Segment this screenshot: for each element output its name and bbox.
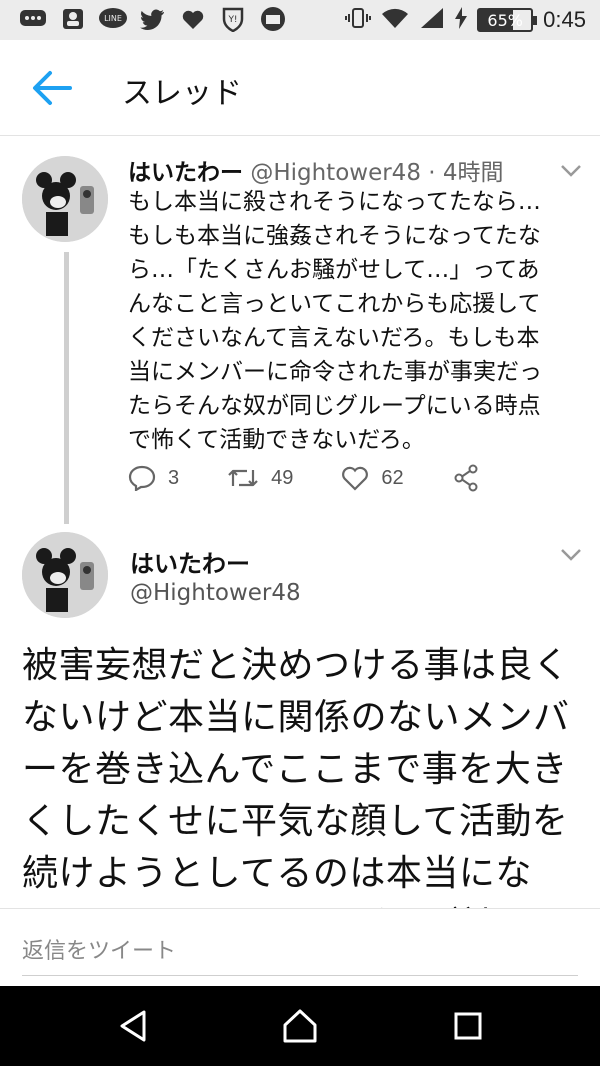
tweet-author-meta: @Hightower48 · 4時間 bbox=[250, 160, 504, 186]
contacts-icon bbox=[58, 6, 88, 32]
status-time: 0:45 bbox=[543, 7, 586, 32]
system-status: 65% 0:45 bbox=[345, 6, 586, 34]
thread-connector-line bbox=[64, 252, 69, 524]
share-icon bbox=[454, 464, 478, 492]
chat-icon bbox=[18, 6, 48, 32]
nav-home-button[interactable] bbox=[280, 1006, 320, 1046]
tweet-text-line: 被害妄想だと決めつける事は良く bbox=[22, 645, 570, 686]
back-button[interactable] bbox=[30, 68, 74, 108]
tweet-text-line: くしたくせに平気な顔して活動を bbox=[22, 801, 569, 842]
avatar[interactable] bbox=[22, 532, 108, 618]
yahoo-icon: Y! bbox=[218, 6, 248, 32]
tweet-text-line: ら…「たくさんお騒がせして…」ってあ bbox=[128, 257, 540, 283]
nav-back-button[interactable] bbox=[114, 1006, 154, 1046]
tweet-text-line: 当にメンバーに命令された事が事実だっ bbox=[128, 359, 542, 385]
notification-icons: LINE Y! bbox=[18, 6, 288, 32]
home-icon bbox=[283, 1009, 317, 1043]
reply-count: 3 bbox=[168, 466, 180, 489]
nav-recents-button[interactable] bbox=[448, 1006, 488, 1046]
tweet-text-line: ーを巻き込んでここまで事を大き bbox=[22, 749, 568, 790]
signal-icon bbox=[419, 6, 445, 34]
vibrate-icon bbox=[345, 6, 372, 34]
tweet-actions: 3 49 62 bbox=[128, 460, 548, 496]
app-icon bbox=[258, 6, 288, 32]
tweet-author-handle[interactable]: @Hightower48 bbox=[130, 580, 301, 606]
system-navigation-bar bbox=[0, 986, 600, 1066]
status-bar: LINE Y! 65% 0:45 bbox=[0, 0, 600, 40]
share-button[interactable] bbox=[452, 464, 480, 492]
app-header: スレッド bbox=[0, 40, 600, 136]
like-count: 62 bbox=[381, 466, 404, 489]
reply-icon bbox=[128, 465, 156, 491]
heart-outline-icon bbox=[342, 466, 369, 491]
svg-text:LINE: LINE bbox=[104, 14, 122, 23]
retweet-icon bbox=[228, 469, 258, 487]
retweet-count: 49 bbox=[271, 466, 294, 489]
twitter-icon bbox=[138, 6, 168, 32]
tweet-header: はいたわー @Hightower48 · 4時間 bbox=[128, 153, 504, 187]
tweet-text-line: ないけど本当に関係のないメンバ bbox=[22, 697, 570, 738]
tweet-author-name[interactable]: はいたわー bbox=[130, 544, 250, 579]
heart-icon bbox=[178, 6, 208, 32]
tweet-text-line: い。ただもしもメンバーが計画し bbox=[22, 900, 592, 908]
chevron-down-icon[interactable] bbox=[560, 548, 582, 562]
tweet-text-line: 続けようとしてるのは本当にな bbox=[22, 853, 532, 894]
tweet-author-name[interactable]: はいたわー bbox=[128, 160, 243, 186]
tweet-text-line: んなこと言っといてこれからも応援して bbox=[128, 291, 541, 317]
reply-input[interactable]: 返信をツイート bbox=[22, 933, 176, 965]
battery-indicator: 65% bbox=[477, 8, 538, 32]
svg-text:Y!: Y! bbox=[227, 15, 237, 25]
charging-icon bbox=[455, 7, 468, 33]
chevron-down-icon[interactable] bbox=[560, 164, 582, 178]
tweet-text: もし本当に殺されそうになってたなら… もしも本当に強姦されそうになってたな ら…… bbox=[128, 185, 583, 457]
reply-button[interactable]: 3 bbox=[128, 465, 179, 491]
retweet-button[interactable]: 49 bbox=[227, 466, 293, 490]
tweet-text-line: もし本当に殺されそうになってたなら… bbox=[128, 189, 541, 215]
back-arrow-icon bbox=[33, 71, 72, 105]
line-icon: LINE bbox=[98, 6, 128, 32]
page-title: スレッド bbox=[122, 76, 242, 111]
square-recents-icon bbox=[454, 1012, 482, 1040]
tweet-text-line: くださいなんて言えないだろ。もしも本 bbox=[128, 325, 540, 351]
like-button[interactable]: 62 bbox=[341, 465, 404, 491]
tweet-text-line: もしも本当に強姦されそうになってたな bbox=[128, 223, 541, 249]
triangle-back-icon bbox=[120, 1010, 146, 1042]
reply-composer: 返信をツイート bbox=[0, 908, 600, 987]
focused-tweet-text: 被害妄想だと決めつける事は良く ないけど本当に関係のないメンバ ーを巻き込んでこ… bbox=[22, 640, 592, 908]
tweet-text-line: たらそんな奴が同じグループにいる時点 bbox=[128, 393, 541, 419]
tweet-text-line: で怖くて活動できないだろ。 bbox=[128, 427, 425, 453]
wifi-icon bbox=[381, 6, 409, 34]
reply-input-underline bbox=[22, 975, 578, 976]
avatar[interactable] bbox=[22, 156, 108, 242]
